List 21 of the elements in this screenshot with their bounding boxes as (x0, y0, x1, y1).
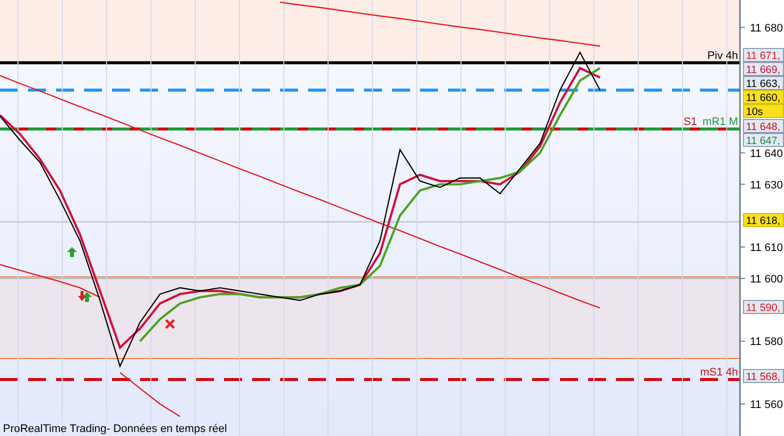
axis-tick-label: 11 600 (750, 273, 783, 286)
level-label: mS1 4h (700, 366, 738, 378)
price-tag: 11 590, (743, 300, 784, 314)
axis-tick-label: 11 610 (750, 242, 783, 254)
axis-tick-label: 11 580 (750, 336, 783, 348)
price-tag: 11 660, (743, 90, 784, 104)
price-tag: 10s (743, 104, 784, 118)
price-tag: 11 618, (743, 213, 784, 227)
price-tag: 11 663, (743, 76, 784, 90)
price-tag: 11 568, (743, 369, 784, 383)
level-label: S1 (684, 116, 697, 128)
price-tag: 11 671, (743, 48, 784, 62)
axis-tick-label: 11 630 (750, 179, 783, 192)
axis-tick-label: 11 560 (750, 398, 783, 411)
level-label: mR1 M (702, 116, 738, 128)
level-label: Piv 4h (707, 50, 738, 62)
price-tag: 11 669, (743, 62, 784, 76)
axis-tick-label: 11 640 (750, 148, 783, 160)
price-tag: 11 647, (743, 133, 784, 147)
price-tag: 11 648, (743, 119, 784, 133)
axis-tick-label: 11 680 (750, 22, 783, 34)
